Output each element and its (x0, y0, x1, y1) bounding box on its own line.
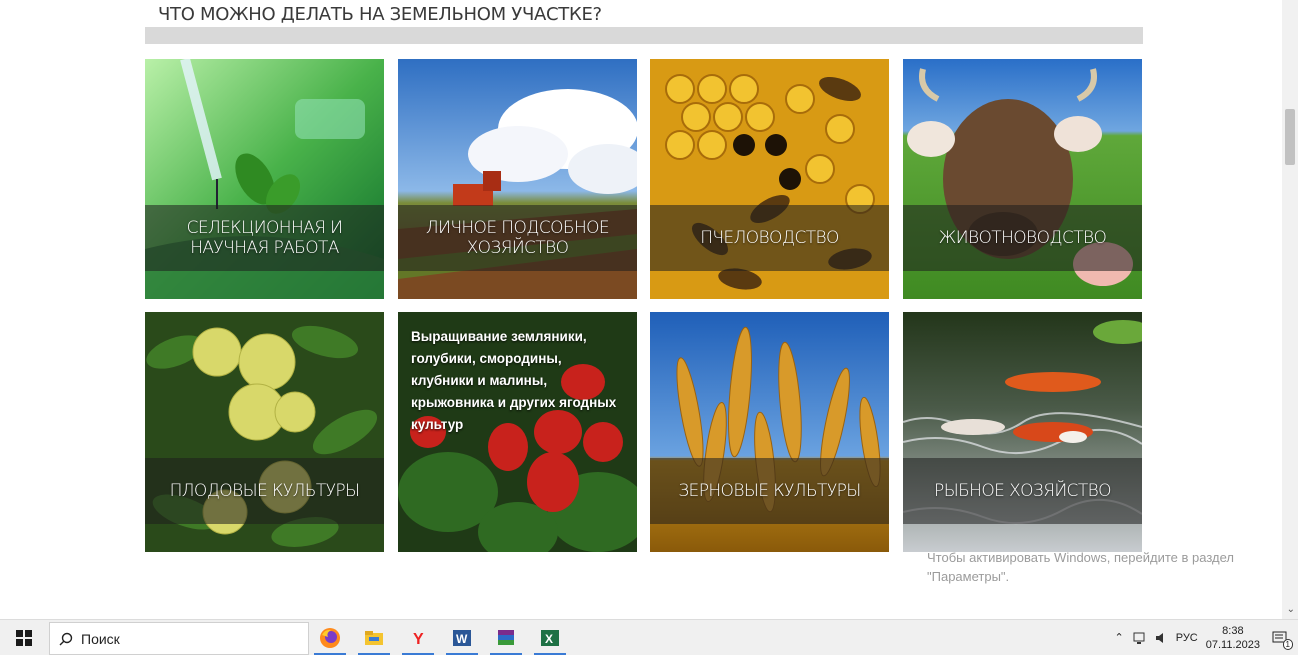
tile-beekeeping[interactable]: ПЧЕЛОВОДСТВО (650, 59, 889, 299)
tile-label-band: ЛИЧНОЕ ПОДСОБНОЕ ХОЗЯЙСТВО (398, 205, 637, 271)
tile-household-farm[interactable]: ЛИЧНОЕ ПОДСОБНОЕ ХОЗЯЙСТВО (398, 59, 637, 299)
tile-label: ЛИЧНОЕ ПОДСОБНОЕ ХОЗЯЙСТВО (425, 218, 610, 258)
scrollbar-thumb[interactable] (1285, 109, 1295, 165)
clock-time: 8:38 (1222, 624, 1244, 637)
winrar-icon (498, 629, 514, 645)
taskbar-app-yandex[interactable]: Y (398, 620, 438, 655)
show-hidden-icons-chevron-up-icon[interactable]: ⌃ (1115, 631, 1124, 644)
tile-label: СЕЛЕКЦИОННАЯ И НАУЧНАЯ РАБОТА (186, 218, 343, 258)
page-title: ЧТО МОЖНО ДЕЛАТЬ НА ЗЕМЕЛЬНОМ УЧАСТКЕ? (158, 4, 602, 25)
taskbar-app-firefox[interactable] (310, 620, 350, 655)
taskbar-search-box[interactable]: Поиск (49, 622, 309, 655)
taskbar-app-winrar[interactable] (486, 620, 526, 655)
tile-selection-science[interactable]: СЕЛЕКЦИОННАЯ И НАУЧНАЯ РАБОТА (145, 59, 384, 299)
taskbar-app-word[interactable]: W (442, 620, 482, 655)
tile-label-band: РЫБНОЕ ХОЗЯЙСТВО (903, 458, 1142, 524)
taskbar: Поиск Y W X ⌃ РУС 8:38 07.11.2023 1 (0, 619, 1298, 655)
clock-date: 07.11.2023 (1205, 638, 1260, 651)
tile-fish-farming[interactable]: РЫБНОЕ ХОЗЯЙСТВО (903, 312, 1142, 552)
search-placeholder: Поиск (81, 630, 120, 647)
tile-label: ПЛОДОВЫЕ КУЛЬТУРЫ (169, 481, 360, 501)
notification-count-badge: 1 (1282, 638, 1293, 650)
word-icon: W (453, 629, 471, 646)
tile-animal-husbandry[interactable]: ЖИВОТНОВОДСТВО (903, 59, 1142, 299)
clock[interactable]: 8:38 07.11.2023 (1206, 624, 1260, 652)
tile-label-band: СЕЛЕКЦИОННАЯ И НАУЧНАЯ РАБОТА (145, 205, 384, 271)
vertical-scrollbar[interactable]: ⌄ (1282, 0, 1298, 620)
scroll-down-arrow-icon[interactable]: ⌄ (1287, 604, 1295, 615)
taskbar-app-explorer[interactable] (354, 620, 394, 655)
tile-label: ПЧЕЛОВОДСТВО (700, 228, 839, 248)
title-divider-bar (145, 27, 1143, 44)
network-icon[interactable] (1132, 631, 1146, 645)
windows-logo-icon (16, 629, 32, 646)
tile-grain-crops[interactable]: ЗЕРНОВЫЕ КУЛЬТУРЫ (650, 312, 889, 552)
tile-label-band: ЖИВОТНОВОДСТВО (903, 205, 1142, 271)
firefox-icon (320, 627, 340, 648)
notifications-icon[interactable]: 1 (1272, 630, 1293, 650)
activation-line-2: "Параметры". (927, 569, 1010, 584)
file-explorer-icon (365, 630, 383, 645)
tile-label: РЫБНОЕ ХОЗЯЙСТВО (934, 481, 1111, 501)
yandex-browser-icon: Y (413, 631, 424, 648)
tile-label-band: ПЛОДОВЫЕ КУЛЬТУРЫ (145, 458, 384, 524)
excel-icon: X (541, 629, 559, 646)
language-indicator[interactable]: РУС (1176, 632, 1198, 644)
tile-label: ЖИВОТНОВОДСТВО (938, 228, 1107, 248)
system-tray: ⌃ РУС 8:38 07.11.2023 1 (1111, 620, 1298, 655)
svg-text:Y: Y (413, 631, 424, 648)
svg-text:X: X (545, 632, 553, 646)
start-button[interactable] (0, 620, 48, 655)
tile-label: ЗЕРНОВЫЕ КУЛЬТУРЫ (678, 481, 861, 501)
activation-line-1: Чтобы активировать Windows, перейдите в … (927, 550, 1234, 565)
tile-overlay-text: Выращивание земляники, голубики, смороди… (411, 329, 617, 432)
tile-berry-crops[interactable]: Выращивание земляники, голубики, смороди… (398, 312, 637, 552)
tile-label-band: ПЧЕЛОВОДСТВО (650, 205, 889, 271)
search-icon (59, 632, 73, 645)
tile-label-band: ЗЕРНОВЫЕ КУЛЬТУРЫ (650, 458, 889, 524)
svg-text:W: W (456, 632, 468, 646)
volume-icon[interactable] (1154, 631, 1168, 645)
taskbar-app-excel[interactable]: X (530, 620, 570, 655)
tile-fruit-crops[interactable]: ПЛОДОВЫЕ КУЛЬТУРЫ (145, 312, 384, 552)
windows-activation-notice: Чтобы активировать Windows, перейдите в … (927, 548, 1234, 586)
